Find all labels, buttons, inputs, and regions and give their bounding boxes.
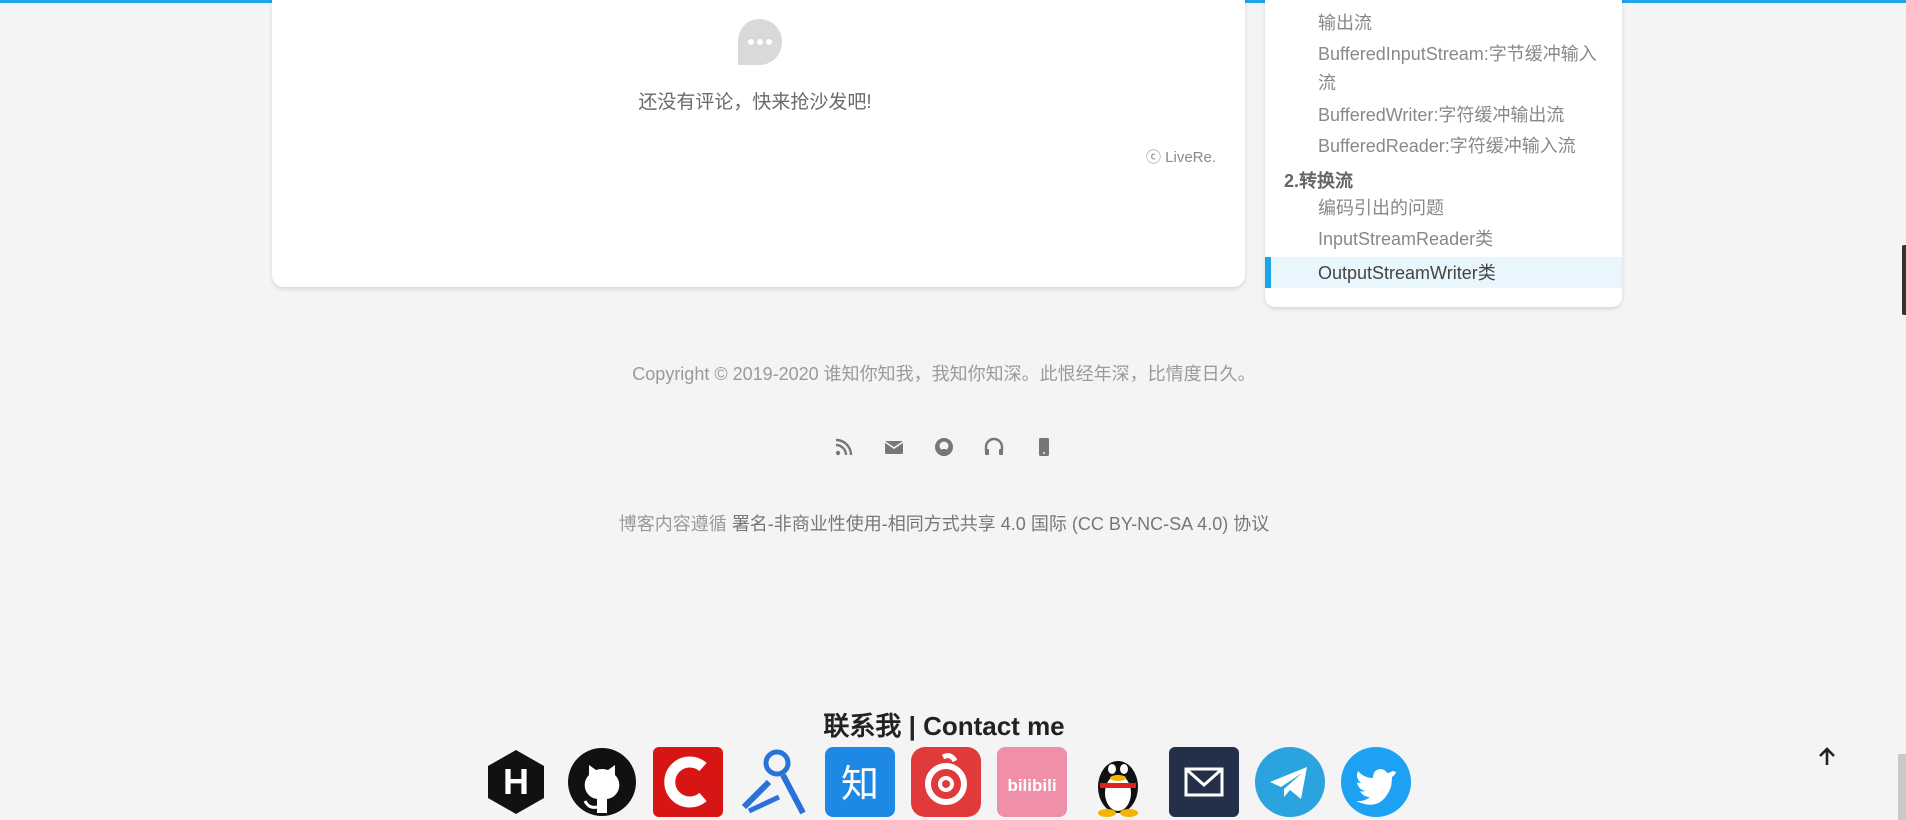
toc-item[interactable]: BufferedReader:字符缓冲输入流: [1318, 132, 1608, 161]
scrollbar-thumb[interactable]: [1898, 754, 1906, 820]
toc-item[interactable]: 流: [1318, 69, 1608, 98]
mail-icon[interactable]: [882, 435, 906, 459]
github-icon[interactable]: [567, 747, 637, 817]
comment-bubble-icon: [738, 19, 782, 65]
svg-text:知: 知: [841, 762, 879, 806]
contact-title: 联系我 | Contact me: [823, 711, 1065, 741]
headphones-icon[interactable]: [982, 435, 1006, 459]
rss-icon[interactable]: [832, 435, 856, 459]
license-prefix: 博客内容遵循: [618, 514, 727, 534]
back-to-top-icon[interactable]: [1815, 745, 1839, 769]
license-link[interactable]: 署名-非商业性使用-相同方式共享 4.0 国际 (CC BY-NC-SA 4.0…: [732, 514, 1269, 534]
toc-item-active[interactable]: OutputStreamWriter类: [1318, 259, 1496, 285]
toc-item[interactable]: 编码引出的问题: [1318, 194, 1608, 223]
twitter-icon[interactable]: [1341, 747, 1411, 817]
license-notice: 博客内容遵循 署名-非商业性使用-相同方式共享 4.0 国际 (CC BY-NC…: [0, 510, 1888, 536]
netease-music-icon[interactable]: [911, 747, 981, 817]
livere-credit-link[interactable]: ⓒ LiveRe.: [1146, 146, 1216, 167]
copyright-text: Copyright © 2019-2020 谁知你知我，我知你知深。此恨经年深，…: [632, 364, 1256, 384]
svg-text:bilibili: bilibili: [1007, 776, 1056, 795]
toc-item[interactable]: InputStreamReader类: [1318, 225, 1608, 254]
toc-item[interactable]: 输出流: [1318, 9, 1608, 38]
toc-item[interactable]: BufferedInputStream:字节缓冲输入: [1318, 40, 1608, 69]
hexo-icon[interactable]: H: [481, 747, 551, 817]
svg-text:H: H: [503, 761, 529, 802]
side-scroll-marker: [1902, 245, 1906, 315]
location-icon[interactable]: [739, 747, 809, 817]
telegram-icon[interactable]: [1255, 747, 1325, 817]
bilibili-icon[interactable]: bilibili: [997, 747, 1067, 817]
qq-icon[interactable]: [1083, 747, 1153, 817]
toc-item[interactable]: BufferedWriter:字符缓冲输出流: [1318, 101, 1608, 130]
github-icon[interactable]: [932, 435, 956, 459]
toc-heading[interactable]: 2.转换流: [1284, 167, 1353, 193]
toc-active-indicator: [1265, 257, 1271, 288]
email-icon[interactable]: [1169, 747, 1239, 817]
csdn-icon[interactable]: [653, 747, 723, 817]
zhihu-icon[interactable]: 知: [825, 747, 895, 817]
phone-icon[interactable]: [1032, 435, 1056, 459]
